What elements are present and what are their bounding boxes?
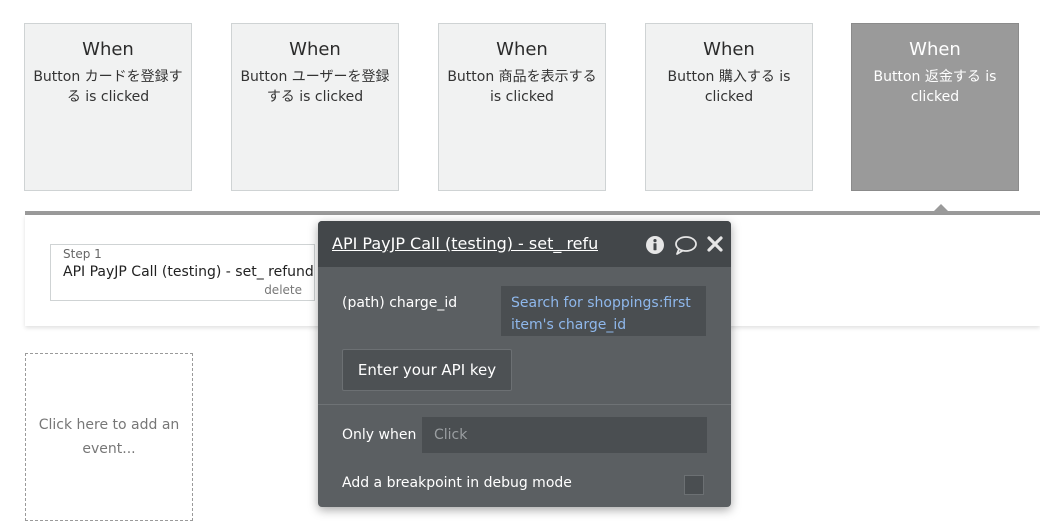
event-description: Button カードを登録する is clicked bbox=[33, 69, 183, 105]
event-card-register-user[interactable]: When Button ユーザーを登録する is clicked bbox=[231, 23, 399, 191]
step-title: API PayJP Call (testing) - set_ refund bbox=[63, 264, 314, 280]
only-when-input[interactable] bbox=[422, 417, 707, 453]
charge-id-value[interactable]: Search for shoppings:first item's charge… bbox=[501, 286, 706, 336]
event-card-purchase[interactable]: When Button 購入する is clicked bbox=[645, 23, 813, 191]
enter-api-key-button[interactable]: Enter your API key bbox=[342, 349, 512, 391]
event-card-show-product[interactable]: When Button 商品を表示する is clicked bbox=[438, 23, 606, 191]
event-description: Button 商品を表示する is clicked bbox=[447, 69, 597, 105]
only-when-label: Only when bbox=[342, 427, 417, 443]
charge-id-label: (path) charge_id bbox=[342, 295, 458, 311]
step-delete-link[interactable]: delete bbox=[264, 283, 302, 297]
event-when-label: When bbox=[496, 39, 548, 60]
popup-header: API PayJP Call (testing) - set_ refund bbox=[318, 221, 731, 267]
comment-icon[interactable] bbox=[674, 235, 697, 255]
add-event-label: Click here to add an event... bbox=[38, 417, 180, 457]
add-event-button[interactable]: Click here to add an event... bbox=[25, 353, 193, 521]
event-card-register-card[interactable]: When Button カードを登録する is clicked bbox=[24, 23, 192, 191]
breakpoint-label: Add a breakpoint in debug mode bbox=[342, 475, 572, 491]
event-when-label: When bbox=[703, 39, 755, 60]
event-when-label: When bbox=[909, 39, 961, 60]
event-description: Button 購入する is clicked bbox=[667, 69, 791, 105]
step-card[interactable]: Step 1 API PayJP Call (testing) - set_ r… bbox=[50, 244, 315, 301]
action-editor-popup: API PayJP Call (testing) - set_ refund (… bbox=[318, 221, 731, 507]
info-icon[interactable] bbox=[645, 235, 665, 255]
event-description: Button 返金する is clicked bbox=[873, 69, 997, 105]
event-when-label: When bbox=[82, 39, 134, 60]
divider bbox=[318, 404, 731, 405]
close-icon[interactable] bbox=[706, 235, 726, 255]
step-number: Step 1 bbox=[63, 247, 102, 261]
event-when-label: When bbox=[289, 39, 341, 60]
breakpoint-checkbox[interactable] bbox=[684, 475, 704, 495]
popup-title[interactable]: API PayJP Call (testing) - set_ refund bbox=[332, 234, 598, 253]
event-description: Button ユーザーを登録する is clicked bbox=[240, 69, 390, 105]
event-card-refund[interactable]: When Button 返金する is clicked bbox=[851, 23, 1019, 191]
